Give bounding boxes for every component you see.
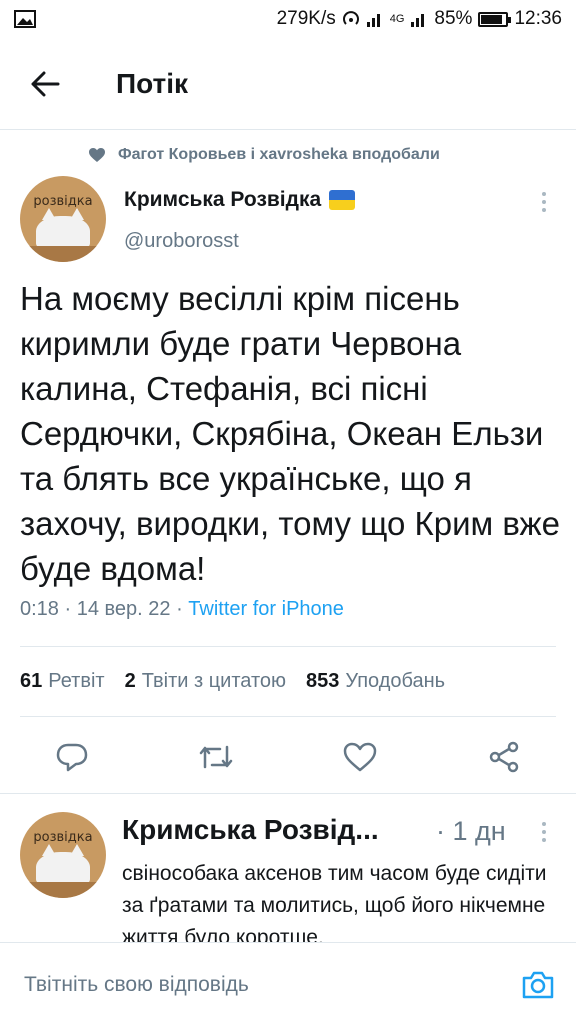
divider bbox=[20, 646, 556, 647]
battery-icon bbox=[478, 11, 512, 27]
reply-tweet[interactable]: розвідка Кримська Розвід... · 1 дн свіно… bbox=[0, 800, 576, 942]
reply-compose-bar[interactable]: Твітніть свою відповідь bbox=[0, 942, 576, 1024]
author-name-text: Кримська Розвідка bbox=[124, 188, 322, 211]
retweet-icon bbox=[199, 745, 233, 769]
cat-image bbox=[36, 844, 90, 886]
tweet-meta: 0:18 · 14 вер. 22 · Twitter for iPhone bbox=[20, 598, 344, 621]
share-icon bbox=[489, 741, 519, 773]
reply-icon bbox=[56, 743, 88, 772]
page-title: Потік bbox=[116, 67, 189, 99]
action-bar bbox=[0, 732, 576, 782]
reply-text: свінособака аксенов тим часом буде сидіт… bbox=[122, 862, 547, 942]
more-options-icon[interactable] bbox=[534, 822, 554, 842]
quotes-label: Твіти з цитатою bbox=[141, 670, 287, 692]
back-button[interactable] bbox=[0, 38, 90, 130]
author-handle[interactable]: @uroborosst bbox=[124, 230, 239, 253]
ukraine-flag-icon bbox=[329, 190, 356, 210]
retweets-label: Ретвіт bbox=[48, 670, 105, 692]
hotspot-icon bbox=[342, 11, 359, 25]
likes-stat[interactable]: 853 Уподобань bbox=[306, 670, 445, 693]
likes-label: Уподобань bbox=[345, 670, 446, 692]
author-name[interactable]: Кримська Розвідка bbox=[124, 188, 356, 212]
retweets-count: 61 bbox=[20, 670, 43, 692]
network-type: 4G bbox=[389, 13, 405, 25]
quotes-stat[interactable]: 2 Твіти з цитатою bbox=[125, 670, 286, 693]
liked-by-text: Фагот Коровьев і xavrosheka вподобали bbox=[118, 146, 440, 163]
battery-percent: 85% bbox=[434, 8, 473, 29]
avatar-text: розвідка bbox=[33, 830, 93, 845]
avatar-ledge bbox=[20, 246, 106, 262]
tweet-timestamp: 0:18 · 14 вер. 22 · bbox=[20, 598, 189, 620]
status-bar: 279K/s 4G 85% 12:36 bbox=[0, 0, 576, 38]
avatar[interactable]: розвідка bbox=[20, 176, 106, 262]
reply-button[interactable] bbox=[47, 732, 97, 782]
like-button[interactable] bbox=[335, 732, 385, 782]
heart-icon bbox=[89, 148, 105, 162]
tweet-text: На моєму весіллі крім пісень киримли буд… bbox=[20, 280, 570, 587]
network-speed: 279K/s bbox=[276, 8, 336, 29]
clock: 12:36 bbox=[514, 8, 562, 29]
liked-by-context[interactable]: Фагот Коровьев і xavrosheka вподобали bbox=[88, 146, 440, 164]
share-button[interactable] bbox=[479, 732, 529, 782]
likes-count: 853 bbox=[306, 670, 340, 692]
quotes-count: 2 bbox=[124, 670, 136, 692]
reply-time: · 1 дн bbox=[436, 816, 506, 846]
section-separator bbox=[0, 793, 576, 794]
retweet-button[interactable] bbox=[191, 732, 241, 782]
signal-icon bbox=[366, 14, 380, 27]
cat-image bbox=[36, 208, 90, 250]
camera-button[interactable] bbox=[518, 965, 558, 1005]
avatar-text: розвідка bbox=[33, 194, 93, 209]
reply-author-name[interactable]: Кримська Розвід... bbox=[122, 814, 418, 846]
tweet-stats: 61 Ретвіт 2 Твіти з цитатою 853 Уподобань bbox=[20, 670, 445, 693]
divider bbox=[20, 716, 556, 717]
arrow-left-icon bbox=[31, 71, 60, 96]
camera-icon bbox=[522, 971, 554, 999]
reply-avatar[interactable]: розвідка bbox=[20, 812, 106, 898]
image-notification-icon bbox=[14, 10, 36, 28]
more-options-icon[interactable] bbox=[534, 192, 554, 212]
signal-icon-2 bbox=[411, 14, 425, 27]
retweets-stat[interactable]: 61 Ретвіт bbox=[20, 670, 105, 693]
app-header: Потік bbox=[0, 38, 576, 130]
tweet-source-link[interactable]: Twitter for iPhone bbox=[188, 598, 344, 620]
reply-input[interactable]: Твітніть свою відповідь bbox=[24, 973, 249, 997]
like-icon bbox=[343, 742, 377, 772]
avatar-ledge bbox=[20, 882, 106, 898]
